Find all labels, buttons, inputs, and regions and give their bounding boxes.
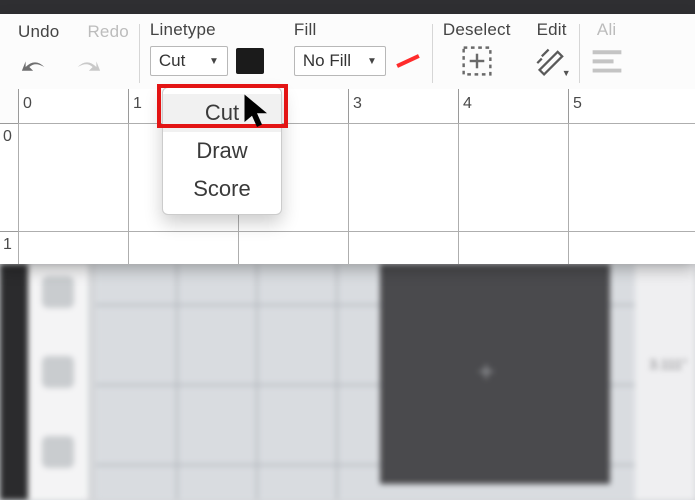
undo-icon[interactable]	[18, 52, 52, 82]
linetype-selected: Cut	[159, 51, 185, 71]
dropdown-item-score[interactable]: Score	[163, 170, 281, 208]
toolbar: Undo Redo Linetype Cut ▼	[0, 14, 695, 89]
fill-label: Fill	[294, 20, 317, 40]
title-bar-strip	[0, 0, 695, 14]
canvas-grid[interactable]	[18, 123, 695, 264]
ruler-h-tick: 3	[353, 95, 362, 113]
redo-label: Redo	[87, 22, 128, 42]
dropdown-item-cut[interactable]: Cut	[163, 94, 281, 132]
linetype-label: Linetype	[150, 20, 216, 40]
ruler-v-tick: 0	[0, 123, 18, 231]
align-icon	[590, 46, 624, 76]
deselect-icon	[460, 46, 494, 76]
undo-label: Undo	[18, 22, 59, 42]
linetype-dropdown: Cut Draw Score	[162, 87, 282, 215]
edit-label: Edit	[537, 20, 567, 40]
linetype-color-swatch[interactable]	[236, 48, 264, 74]
undo-redo-group: Undo Redo	[8, 20, 139, 82]
chevron-down-icon: ▼	[209, 56, 219, 67]
fill-select[interactable]: No Fill ▼	[294, 46, 386, 76]
align-label: Ali	[597, 20, 617, 40]
ruler-h-tick: 0	[23, 95, 32, 113]
linetype-select[interactable]: Cut ▼	[150, 46, 228, 76]
ruler-horizontal: 0 1 2 3 4 5	[18, 89, 695, 123]
deselect-label: Deselect	[443, 20, 511, 40]
ruler-h-tick: 4	[463, 95, 472, 113]
deselect-group[interactable]: Deselect	[433, 20, 521, 76]
edit-group[interactable]: Edit ▼	[525, 20, 579, 76]
fill-group: Fill No Fill ▼	[284, 20, 432, 76]
ruler-v-tick: 1	[0, 231, 18, 339]
edit-icon: ▼	[535, 46, 569, 76]
ruler-h-tick: 1	[133, 95, 142, 113]
redo-icon[interactable]	[70, 52, 104, 82]
blurred-canvas-background: + 3.111"	[0, 264, 695, 500]
chevron-down-icon: ▼	[367, 56, 377, 67]
no-fill-icon[interactable]	[394, 48, 422, 74]
ruler-h-tick: 5	[573, 95, 582, 113]
dropdown-item-draw[interactable]: Draw	[163, 132, 281, 170]
align-group[interactable]: Ali	[580, 20, 634, 76]
fill-selected: No Fill	[303, 51, 351, 71]
ruler-vertical: 0 1	[0, 123, 18, 264]
editor-panel: Undo Redo Linetype Cut ▼	[0, 14, 695, 264]
linetype-group: Linetype Cut ▼	[140, 20, 274, 76]
